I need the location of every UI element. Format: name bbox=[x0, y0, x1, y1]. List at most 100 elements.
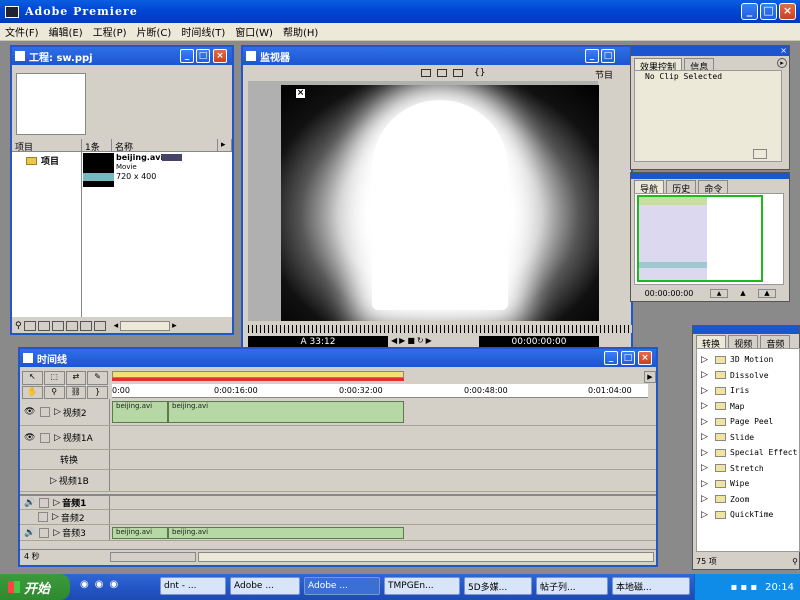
audio2-expand-icon[interactable]: ▷ bbox=[52, 512, 59, 522]
navigator-preview[interactable] bbox=[634, 193, 784, 285]
count-header[interactable]: 1条 bbox=[82, 139, 112, 153]
scroll-right-arrow[interactable]: ▸ bbox=[218, 139, 232, 152]
transition-folder[interactable]: ▷ Wipe bbox=[697, 476, 799, 492]
safe-zone-icon[interactable]: × bbox=[295, 88, 306, 99]
video2-clip-2[interactable]: beijing.avi bbox=[168, 401, 404, 423]
expand-arrow-icon[interactable]: ▷ bbox=[701, 370, 711, 380]
project-close-button[interactable]: × bbox=[213, 49, 227, 63]
menu-project[interactable]: 工程(P) bbox=[88, 24, 132, 39]
menu-clip[interactable]: 片断(C) bbox=[132, 24, 177, 39]
expand-arrow-icon[interactable]: ▷ bbox=[701, 417, 711, 427]
expand-arrow-icon[interactable]: ▷ bbox=[701, 432, 711, 442]
in-out-tool-icon[interactable]: } bbox=[87, 385, 108, 399]
menu-window[interactable]: 窗口(W) bbox=[230, 24, 278, 39]
hand-tool-icon[interactable]: ✋ bbox=[22, 385, 43, 399]
maximize-button[interactable]: □ bbox=[760, 3, 777, 20]
dual-view-icon[interactable] bbox=[437, 69, 447, 77]
zoom-in-button[interactable]: ▲ bbox=[758, 288, 776, 298]
find-icon[interactable]: ⚲ bbox=[15, 321, 22, 331]
expand-arrow-icon[interactable]: ▷ bbox=[701, 386, 711, 396]
menu-edit[interactable]: 编辑(E) bbox=[44, 24, 88, 39]
expand-arrow-icon[interactable]: ▷ bbox=[701, 510, 711, 520]
taskbar-adobe-1[interactable]: Adobe ... bbox=[230, 577, 300, 595]
trim-view-icon[interactable] bbox=[453, 69, 463, 77]
zoom-out-button[interactable]: ▲ bbox=[710, 288, 728, 298]
monitor-menu-icon[interactable]: {} bbox=[474, 68, 485, 78]
timeline-minimize-button[interactable]: _ bbox=[604, 351, 618, 365]
expand-arrow-icon[interactable]: ▷ bbox=[701, 448, 711, 458]
transition-folder[interactable]: ▷ Slide bbox=[697, 430, 799, 446]
video1a-eye-icon[interactable]: 👁 bbox=[24, 433, 36, 443]
audio1-speaker-icon[interactable]: 🔊 bbox=[24, 498, 35, 508]
bin-item[interactable]: 项目 bbox=[12, 152, 81, 167]
effects-menu-arrow[interactable]: ▸ bbox=[777, 58, 787, 68]
audio3-lock-box[interactable] bbox=[39, 527, 50, 538]
effects-delete-icon[interactable] bbox=[753, 149, 767, 159]
zoom-slider[interactable]: ▲ bbox=[728, 289, 758, 298]
expand-arrow-icon[interactable]: ▷ bbox=[701, 355, 711, 365]
audio3-speaker-icon[interactable]: 🔊 bbox=[24, 528, 35, 538]
list-view-icon[interactable] bbox=[79, 320, 92, 331]
video1a-lock-box[interactable] bbox=[40, 432, 50, 443]
expand-arrow-icon[interactable]: ▷ bbox=[701, 401, 711, 411]
track-options-icons[interactable] bbox=[110, 551, 196, 562]
media-icon[interactable]: ◉ bbox=[95, 579, 104, 595]
scroll-right-arrow-bottom[interactable]: ▸ bbox=[172, 321, 177, 331]
range-select-tool-icon[interactable]: ⬚ bbox=[43, 371, 65, 385]
timeline-scroll-arrow[interactable]: ▶ bbox=[644, 371, 656, 383]
icon-view-icon[interactable] bbox=[93, 320, 106, 331]
effects-close-button[interactable]: × bbox=[780, 47, 787, 55]
razor-tool-icon[interactable]: ✎ bbox=[87, 371, 108, 385]
taskbar-dnt[interactable]: dnt - ... bbox=[160, 577, 226, 595]
video2-clip-1[interactable]: beijing.avi bbox=[112, 401, 168, 423]
audio3-clip-2[interactable]: beijing.avi bbox=[168, 527, 404, 539]
timeline-close-button[interactable]: × bbox=[638, 351, 652, 365]
audio3-clip-1[interactable]: beijing.avi bbox=[112, 527, 168, 539]
timeline-ruler[interactable]: 0:00 0:00:16:00 0:00:32:00 0:00:48:00 0:… bbox=[112, 384, 648, 398]
zoom-level[interactable]: 4 秒 bbox=[20, 551, 110, 562]
menu-file[interactable]: 文件(F) bbox=[0, 24, 44, 39]
project-minimize-button[interactable]: _ bbox=[180, 49, 194, 63]
menu-help[interactable]: 帮助(H) bbox=[278, 24, 323, 39]
project-maximize-button[interactable]: □ bbox=[196, 49, 210, 63]
selection-tool-icon[interactable]: ↖ bbox=[22, 371, 43, 385]
taskbar-tmpgenc[interactable]: TMPGEn... bbox=[384, 577, 460, 595]
menu-timeline[interactable]: 时间线(T) bbox=[176, 24, 230, 39]
clip-row[interactable]: beijing.avi Movie 720 x 400 bbox=[82, 152, 232, 192]
expand-arrow-icon[interactable]: ▷ bbox=[701, 494, 711, 504]
video2-eye-icon[interactable]: 👁 bbox=[24, 407, 36, 417]
delete-icon[interactable] bbox=[65, 320, 78, 331]
transitions-menu-icon[interactable]: ⚲ bbox=[792, 557, 798, 566]
video2-lock-box[interactable] bbox=[40, 407, 50, 417]
transition-folder[interactable]: ▷ Dissolve bbox=[697, 368, 799, 384]
minimize-button[interactable]: _ bbox=[741, 3, 758, 20]
link-tool-icon[interactable]: ⛓ bbox=[65, 385, 87, 399]
transition-folder[interactable]: ▷ Iris bbox=[697, 383, 799, 399]
timeline-hscrollbar[interactable] bbox=[198, 551, 654, 562]
taskbar-post[interactable]: 帖子列... bbox=[536, 577, 608, 595]
monitor-maximize-button[interactable]: □ bbox=[601, 49, 615, 63]
taskbar-adobe-2[interactable]: Adobe ... bbox=[304, 577, 380, 595]
ie-icon[interactable]: ◉ bbox=[80, 579, 89, 595]
taskbar-5d[interactable]: 5D多媒... bbox=[464, 577, 532, 595]
audio2-lock-box[interactable] bbox=[38, 512, 48, 522]
new-bin-icon[interactable] bbox=[23, 320, 36, 331]
expand-arrow-icon[interactable]: ▷ bbox=[701, 463, 711, 473]
transition-folder[interactable]: ▷ Map bbox=[697, 399, 799, 415]
video2-expand-icon[interactable]: ▷ bbox=[54, 407, 61, 417]
expand-arrow-icon[interactable]: ▷ bbox=[701, 479, 711, 489]
close-button[interactable]: × bbox=[779, 3, 796, 20]
single-view-icon[interactable] bbox=[421, 69, 431, 77]
timeline-maximize-button[interactable]: □ bbox=[621, 351, 635, 365]
horizontal-scrollbar[interactable] bbox=[120, 320, 171, 331]
transition-folder[interactable]: ▷ QuickTime bbox=[697, 507, 799, 523]
name-header[interactable]: 名称 bbox=[112, 139, 218, 153]
transition-folder[interactable]: ▷ Stretch bbox=[697, 461, 799, 477]
scroll-left-arrow[interactable]: ◂ bbox=[114, 321, 119, 331]
transition-folder[interactable]: ▷ Page Peel bbox=[697, 414, 799, 430]
storyboard-icon[interactable] bbox=[37, 320, 50, 331]
tray-icons[interactable]: ▪ ▪ ▪ bbox=[730, 582, 757, 593]
automate-icon[interactable] bbox=[51, 320, 64, 331]
audio3-expand-icon[interactable]: ▷ bbox=[53, 528, 60, 538]
audio1-lock-box[interactable] bbox=[39, 497, 50, 508]
